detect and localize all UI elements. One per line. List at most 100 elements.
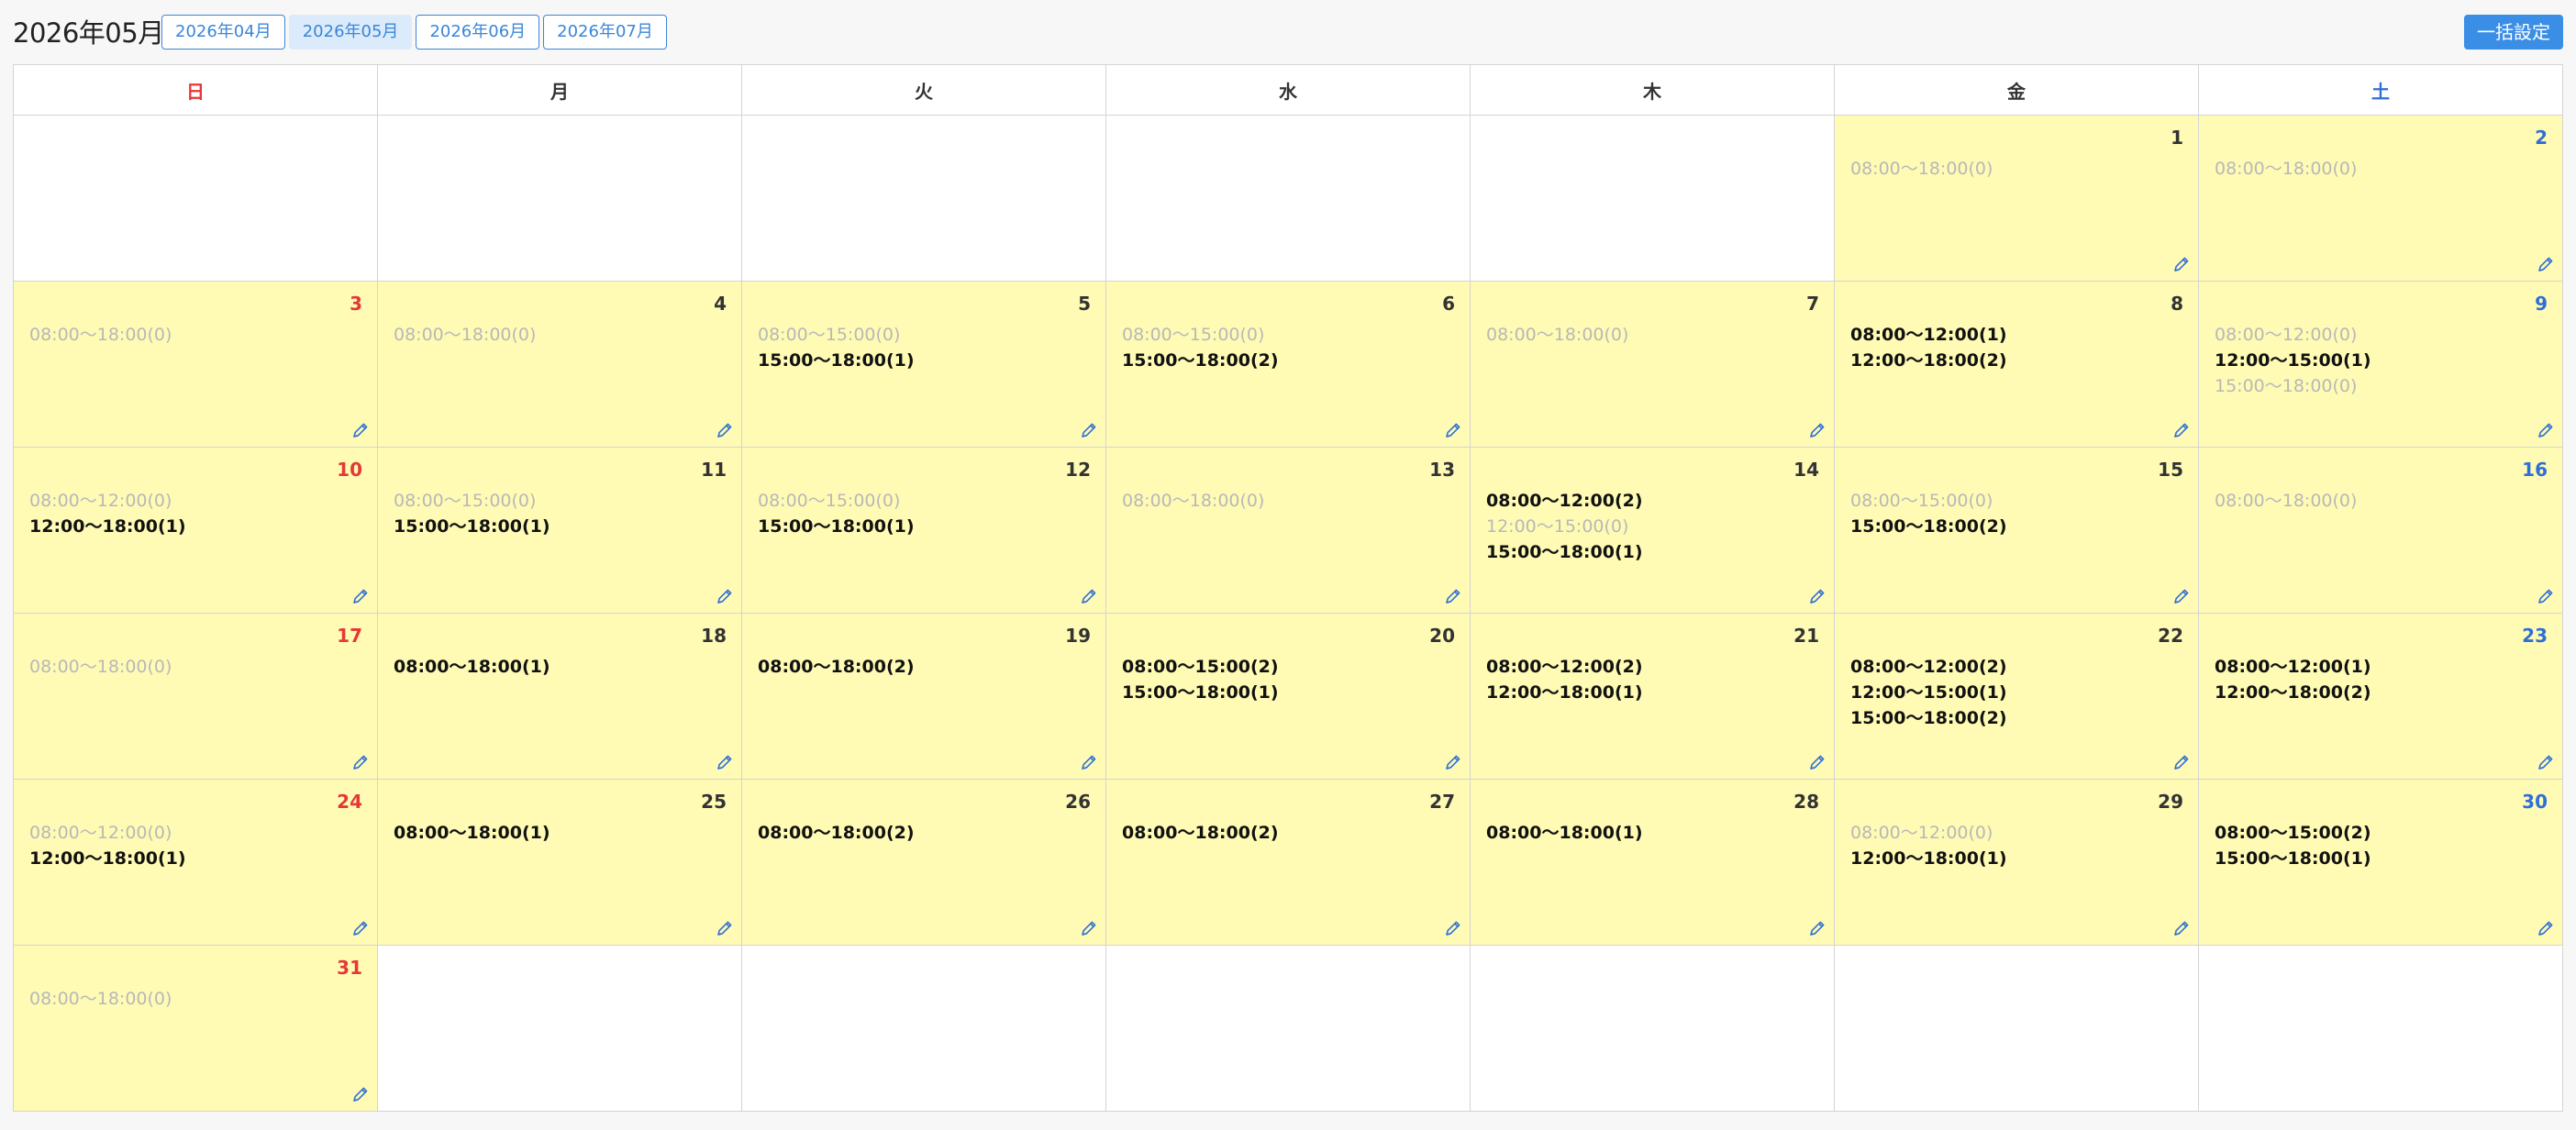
time-slot-booked: 15:00〜18:00(1) xyxy=(758,350,915,371)
day-cell-21[interactable]: 21 08:00〜12:00(2) 12:00〜18:00(1) xyxy=(1470,613,1835,780)
day-cell-22[interactable]: 22 08:00〜12:00(2) 12:00〜15:00(1) 15:00〜18:0… xyxy=(1834,613,2199,780)
day-number: 9 xyxy=(2535,293,2548,315)
day-cell-10[interactable]: 10 08:00〜12:00(0) 12:00〜18:00(1) xyxy=(13,447,378,614)
time-slot-empty: 08:00〜18:00(0) xyxy=(29,657,172,677)
month-tab-2026-07[interactable]: 2026年07月 xyxy=(543,15,667,50)
empty-day-cell xyxy=(1105,115,1471,282)
day-cell-16[interactable]: 16 08:00〜18:00(0) xyxy=(2198,447,2563,614)
pencil-icon[interactable] xyxy=(1080,919,1098,937)
day-cell-25[interactable]: 25 08:00〜18:00(1) xyxy=(377,779,742,946)
weekday-tue: 火 xyxy=(741,64,1106,116)
month-calendar: 日 月 火 水 木 金 土 1 08:00〜18:00(0) 2 08:00〜18:0… xyxy=(13,64,2563,1112)
month-tab-2026-06[interactable]: 2026年06月 xyxy=(416,15,540,50)
day-cell-29[interactable]: 29 08:00〜12:00(0) 12:00〜18:00(1) xyxy=(1834,779,2199,946)
day-cell-17[interactable]: 17 08:00〜18:00(0) xyxy=(13,613,378,780)
day-cell-3[interactable]: 3 08:00〜18:00(0) xyxy=(13,281,378,448)
day-number: 21 xyxy=(1793,625,1819,647)
pencil-icon[interactable] xyxy=(351,1085,370,1103)
pencil-icon[interactable] xyxy=(716,587,734,605)
pencil-icon[interactable] xyxy=(351,753,370,771)
day-number: 22 xyxy=(2158,625,2183,647)
day-cell-31[interactable]: 31 08:00〜18:00(0) xyxy=(13,945,378,1112)
pencil-icon[interactable] xyxy=(716,753,734,771)
day-number: 10 xyxy=(337,459,362,481)
month-tab-2026-05[interactable]: 2026年05月 xyxy=(288,15,413,50)
month-tab-2026-04[interactable]: 2026年04月 xyxy=(161,15,285,50)
pencil-icon[interactable] xyxy=(2172,753,2191,771)
time-slot-booked: 08:00〜18:00(2) xyxy=(1122,823,1279,843)
weekday-sun: 日 xyxy=(13,64,378,116)
bulk-settings-button[interactable]: 一括設定 xyxy=(2464,15,2563,50)
pencil-icon[interactable] xyxy=(1444,587,1462,605)
pencil-icon[interactable] xyxy=(2172,587,2191,605)
calendar-app: 2026年05月 2026年04月 2026年05月 2026年06月 2026… xyxy=(0,0,2576,1130)
weekday-thu: 木 xyxy=(1470,64,1835,116)
calendar-week-row: 31 08:00〜18:00(0) xyxy=(13,945,2563,1112)
time-slot-booked: 12:00〜18:00(1) xyxy=(29,516,186,537)
pencil-icon[interactable] xyxy=(351,421,370,439)
day-cell-20[interactable]: 20 08:00〜15:00(2) 15:00〜18:00(1) xyxy=(1105,613,1471,780)
pencil-icon[interactable] xyxy=(2537,255,2555,273)
pencil-icon[interactable] xyxy=(2537,421,2555,439)
calendar-week-row: 10 08:00〜12:00(0) 12:00〜18:00(1) 11 08:00〜15… xyxy=(13,447,2563,614)
day-cell-1[interactable]: 1 08:00〜18:00(0) xyxy=(1834,115,2199,282)
day-cell-2[interactable]: 2 08:00〜18:00(0) xyxy=(2198,115,2563,282)
pencil-icon[interactable] xyxy=(1808,421,1827,439)
pencil-icon[interactable] xyxy=(716,919,734,937)
day-cell-13[interactable]: 13 08:00〜18:00(0) xyxy=(1105,447,1471,614)
day-cell-30[interactable]: 30 08:00〜15:00(2) 15:00〜18:00(1) xyxy=(2198,779,2563,946)
day-cell-9[interactable]: 9 08:00〜12:00(0) 12:00〜15:00(1) 15:00〜18:00… xyxy=(2198,281,2563,448)
pencil-icon[interactable] xyxy=(1808,919,1827,937)
day-number: 3 xyxy=(350,293,362,315)
time-slot-empty: 12:00〜15:00(0) xyxy=(1486,516,1629,537)
day-cell-14[interactable]: 14 08:00〜12:00(2) 12:00〜15:00(0) 15:00〜18:0… xyxy=(1470,447,1835,614)
time-slot-list: 08:00〜15:00(0) 15:00〜18:00(2) xyxy=(1850,488,2189,539)
day-cell-11[interactable]: 11 08:00〜15:00(0) 15:00〜18:00(1) xyxy=(377,447,742,614)
day-cell-8[interactable]: 8 08:00〜12:00(1) 12:00〜18:00(2) xyxy=(1834,281,2199,448)
day-cell-19[interactable]: 19 08:00〜18:00(2) xyxy=(741,613,1106,780)
pencil-icon[interactable] xyxy=(1444,753,1462,771)
pencil-icon[interactable] xyxy=(351,587,370,605)
day-cell-23[interactable]: 23 08:00〜12:00(1) 12:00〜18:00(2) xyxy=(2198,613,2563,780)
calendar-week-row: 1 08:00〜18:00(0) 2 08:00〜18:00(0) xyxy=(13,115,2563,282)
pencil-icon[interactable] xyxy=(1808,753,1827,771)
pencil-icon[interactable] xyxy=(1080,753,1098,771)
pencil-icon[interactable] xyxy=(1080,421,1098,439)
day-cell-27[interactable]: 27 08:00〜18:00(2) xyxy=(1105,779,1471,946)
pencil-icon[interactable] xyxy=(2172,255,2191,273)
pencil-icon[interactable] xyxy=(1808,587,1827,605)
time-slot-list: 08:00〜18:00(0) xyxy=(29,654,368,680)
pencil-icon[interactable] xyxy=(1444,919,1462,937)
time-slot-booked: 15:00〜18:00(1) xyxy=(758,516,915,537)
time-slot-empty: 08:00〜18:00(0) xyxy=(2215,491,2358,511)
day-cell-18[interactable]: 18 08:00〜18:00(1) xyxy=(377,613,742,780)
time-slot-list: 08:00〜15:00(0) 15:00〜18:00(1) xyxy=(758,488,1096,539)
pencil-icon[interactable] xyxy=(2172,421,2191,439)
pencil-icon[interactable] xyxy=(716,421,734,439)
pencil-icon[interactable] xyxy=(351,919,370,937)
day-cell-28[interactable]: 28 08:00〜18:00(1) xyxy=(1470,779,1835,946)
day-cell-6[interactable]: 6 08:00〜15:00(0) 15:00〜18:00(2) xyxy=(1105,281,1471,448)
pencil-icon[interactable] xyxy=(2172,919,2191,937)
day-cell-5[interactable]: 5 08:00〜15:00(0) 15:00〜18:00(1) xyxy=(741,281,1106,448)
day-number: 30 xyxy=(2522,791,2548,813)
day-cell-7[interactable]: 7 08:00〜18:00(0) xyxy=(1470,281,1835,448)
time-slot-booked: 08:00〜18:00(2) xyxy=(758,823,915,843)
day-number: 19 xyxy=(1065,625,1091,647)
day-cell-24[interactable]: 24 08:00〜12:00(0) 12:00〜18:00(1) xyxy=(13,779,378,946)
day-number: 16 xyxy=(2522,459,2548,481)
day-cell-15[interactable]: 15 08:00〜15:00(0) 15:00〜18:00(2) xyxy=(1834,447,2199,614)
pencil-icon[interactable] xyxy=(2537,919,2555,937)
pencil-icon[interactable] xyxy=(2537,587,2555,605)
time-slot-list: 08:00〜18:00(0) xyxy=(29,322,368,348)
pencil-icon[interactable] xyxy=(1444,421,1462,439)
day-cell-12[interactable]: 12 08:00〜15:00(0) 15:00〜18:00(1) xyxy=(741,447,1106,614)
day-cell-26[interactable]: 26 08:00〜18:00(2) xyxy=(741,779,1106,946)
pencil-icon[interactable] xyxy=(1080,587,1098,605)
pencil-icon[interactable] xyxy=(2537,753,2555,771)
empty-day-cell xyxy=(741,115,1106,282)
day-number: 12 xyxy=(1065,459,1091,481)
day-cell-4[interactable]: 4 08:00〜18:00(0) xyxy=(377,281,742,448)
time-slot-list: 08:00〜18:00(2) xyxy=(758,654,1096,680)
day-number: 4 xyxy=(714,293,727,315)
